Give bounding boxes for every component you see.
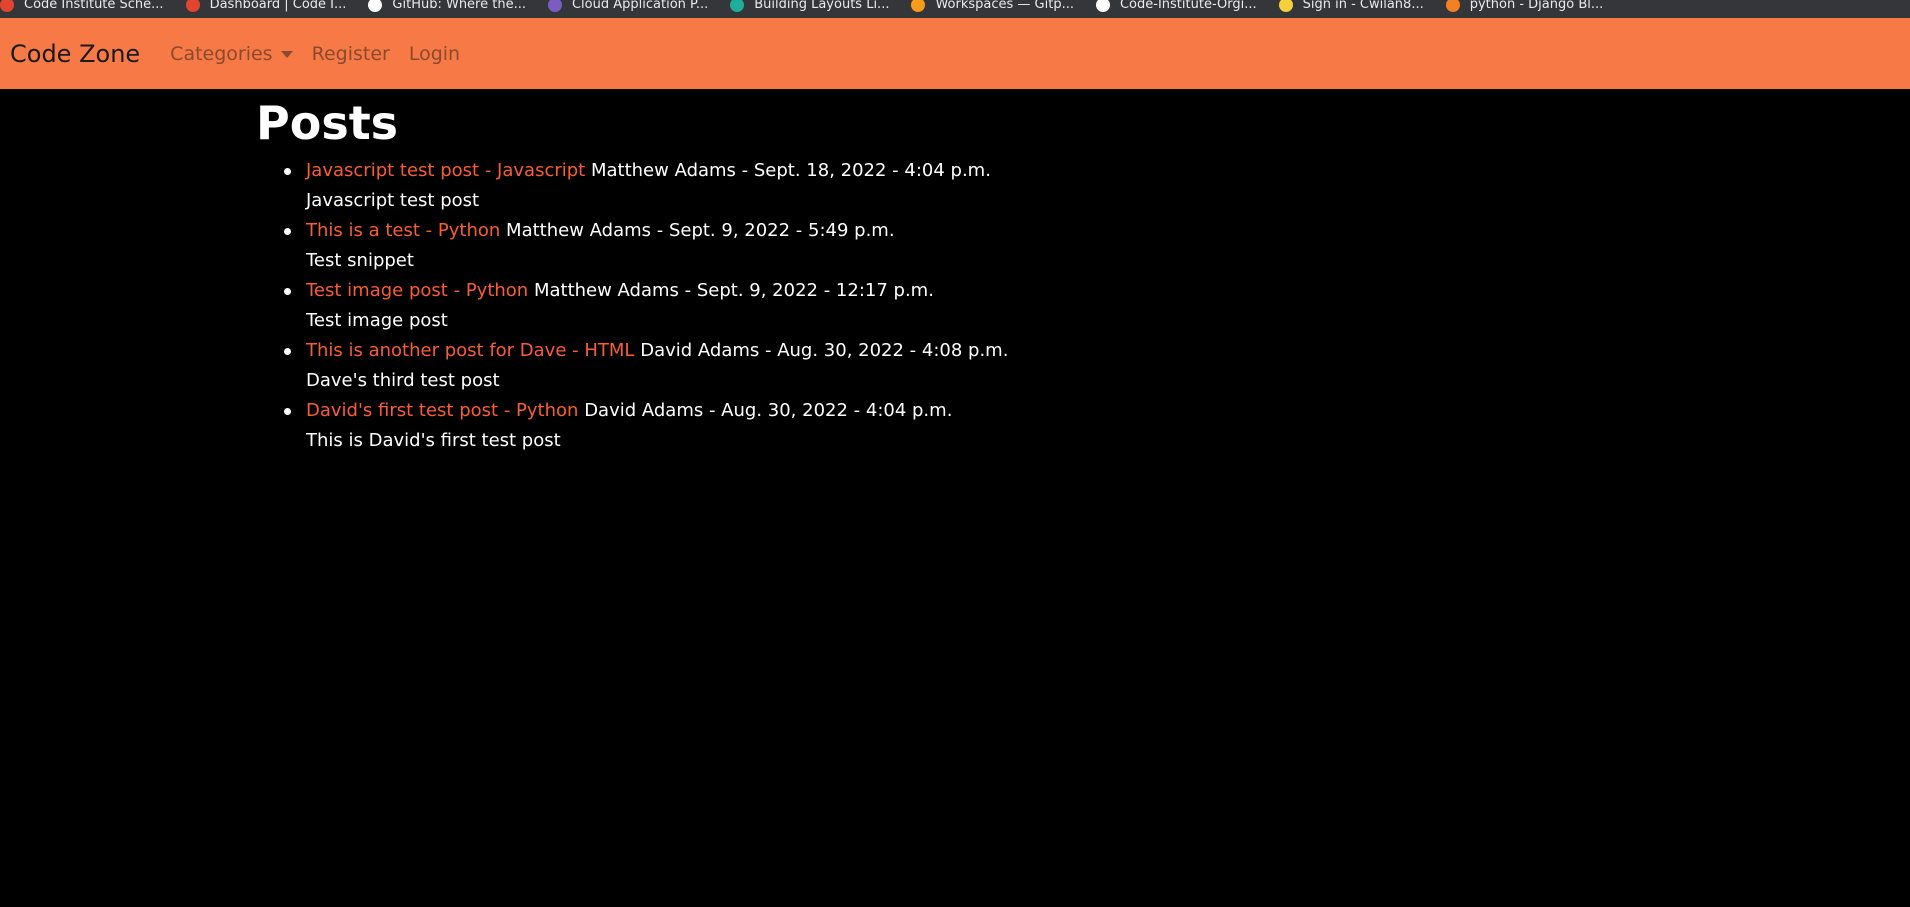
- post-category-link[interactable]: Python: [466, 280, 528, 301]
- post-list-item: This is another post for Dave - HTML Dav…: [284, 336, 1456, 396]
- separator: -: [453, 280, 461, 301]
- bookmark-item[interactable]: Cloud Application P...: [547, 0, 709, 18]
- post-meta: Matthew Adams - Sept. 9, 2022 - 12:17 p.…: [533, 280, 934, 301]
- post-list-item: David's first test post - Python David A…: [284, 396, 1456, 456]
- post-category-link[interactable]: HTML: [584, 340, 634, 361]
- post-snippet: This is David's first test post: [306, 430, 561, 451]
- separator: -: [572, 340, 579, 361]
- post-meta: David Adams - Aug. 30, 2022 - 4:04 p.m.: [584, 400, 953, 421]
- post-title-link[interactable]: Javascript test post: [306, 160, 479, 181]
- post-snippet: Test image post: [306, 310, 448, 331]
- post-title-link[interactable]: David's first test post: [306, 400, 498, 421]
- post-title-link[interactable]: Test image post: [306, 280, 448, 301]
- nav-categories-label: Categories: [170, 42, 273, 65]
- post-category-link[interactable]: Python: [516, 400, 578, 421]
- post-list-item: Javascript test post - Javascript Matthe…: [284, 156, 1456, 216]
- separator: -: [503, 400, 511, 421]
- bullet-icon: [284, 168, 291, 175]
- nav-register-link[interactable]: Register: [312, 43, 390, 65]
- post-category-link[interactable]: Python: [438, 220, 500, 241]
- bookmark-item[interactable]: Workspaces — Gitp...: [911, 0, 1074, 18]
- bookmark-label: Dashboard | Code I...: [209, 0, 347, 12]
- sign-in-icon: [1278, 0, 1293, 12]
- page-title: Posts: [256, 96, 399, 150]
- bookmark-label: Cloud Application P...: [571, 0, 709, 12]
- post-list: Javascript test post - Javascript Matthe…: [256, 156, 1456, 456]
- brand-logo[interactable]: Code Zone: [10, 40, 140, 68]
- separator: -: [484, 160, 492, 181]
- main-content: Posts Javascript test post - Javascript …: [256, 89, 1456, 456]
- code-institute-icon: [0, 0, 14, 12]
- post-meta: Matthew Adams - Sept. 9, 2022 - 5:49 p.m…: [506, 220, 895, 241]
- post-snippet: Test snippet: [306, 250, 414, 271]
- heroku-icon: [547, 0, 562, 12]
- bookmark-label: GitHub: Where the...: [392, 0, 526, 12]
- bookmark-item[interactable]: python - Django Bl...: [1445, 0, 1604, 18]
- post-meta: David Adams - Aug. 30, 2022 - 4:08 p.m.: [640, 340, 1009, 361]
- bookmark-label: python - Django Bl...: [1469, 0, 1604, 12]
- post-category-link[interactable]: Javascript: [497, 160, 585, 181]
- post-title-link[interactable]: This is a test: [306, 220, 420, 241]
- stackoverflow-icon: [1445, 0, 1460, 12]
- bookmark-item[interactable]: Code-Institute-Orgi...: [1095, 0, 1257, 18]
- post-meta: Matthew Adams - Sept. 18, 2022 - 4:04 p.…: [590, 160, 991, 181]
- circle-icon: [730, 0, 745, 12]
- bookmark-label: Code-Institute-Orgi...: [1119, 0, 1257, 12]
- bookmarks-bar: Code Institute Sche... Dashboard | Code I…: [0, 0, 1910, 18]
- post-list-item: Test image post - Python Matthew Adams -…: [284, 276, 1456, 336]
- bookmark-item[interactable]: Building Layouts Li...: [730, 0, 889, 18]
- post-title-link[interactable]: This is another post for Dave: [306, 340, 566, 361]
- bullet-icon: [284, 228, 291, 235]
- post-list-item: This is a test - Python Matthew Adams - …: [284, 216, 1456, 276]
- bookmark-label: Sign in - Cwilan8...: [1302, 0, 1424, 12]
- caret-down-icon: [280, 51, 293, 58]
- bookmark-label: Building Layouts Li...: [754, 0, 890, 12]
- bookmark-label: Code Institute Sche...: [24, 0, 164, 12]
- nav-login-link[interactable]: Login: [409, 43, 460, 65]
- post-snippet: Dave's third test post: [306, 370, 500, 391]
- bookmark-item[interactable]: Dashboard | Code I...: [185, 0, 347, 18]
- bookmark-item[interactable]: Code Institute Sche...: [0, 0, 164, 18]
- github-icon: [1095, 0, 1110, 12]
- navbar: Code Zone Categories Register Login: [0, 18, 1910, 89]
- bookmark-item[interactable]: Sign in - Cwilan8...: [1278, 0, 1424, 18]
- bookmark-item[interactable]: GitHub: Where the...: [368, 0, 526, 18]
- bookmark-label: Workspaces — Gitp...: [935, 0, 1074, 12]
- separator: -: [425, 220, 433, 241]
- bullet-icon: [284, 288, 291, 295]
- bullet-icon: [284, 408, 291, 415]
- nav-categories-dropdown[interactable]: Categories: [170, 42, 293, 65]
- bullet-icon: [284, 348, 291, 355]
- post-snippet: Javascript test post: [306, 190, 480, 211]
- gitpod-icon: [911, 0, 926, 12]
- code-institute-icon: [185, 0, 200, 12]
- github-icon: [368, 0, 383, 12]
